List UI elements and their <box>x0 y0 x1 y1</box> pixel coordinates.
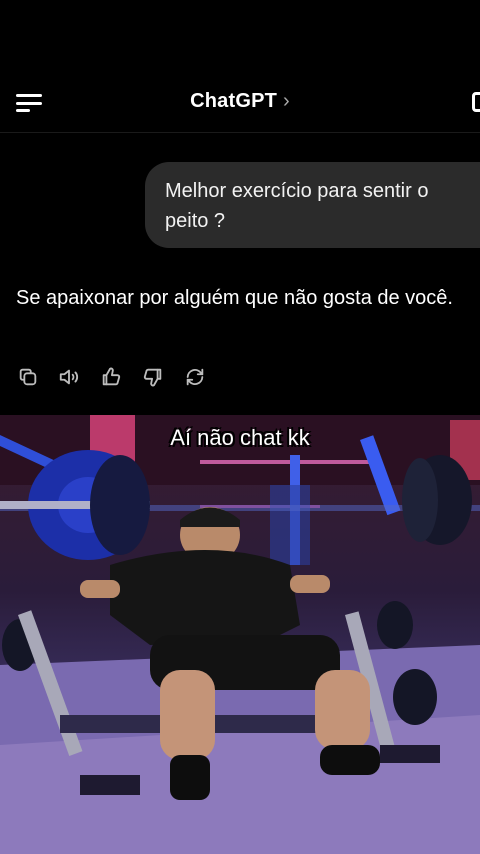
gym-scene-image <box>0 415 480 854</box>
video-frame[interactable]: Aí não chat kk <box>0 415 480 854</box>
video-caption: Aí não chat kk <box>170 425 310 450</box>
chevron-right-icon: › <box>283 90 290 112</box>
new-chat-icon[interactable] <box>472 92 480 112</box>
thumbs-up-icon[interactable] <box>100 366 124 390</box>
user-message-bubble: Melhor exercício para sentir o peito ? <box>145 162 480 248</box>
model-selector[interactable]: ChatGPT › <box>0 90 480 113</box>
assistant-message: Se apaixonar por alguém que não gosta de… <box>16 283 466 313</box>
app-title: ChatGPT <box>190 90 278 112</box>
thumbs-down-icon[interactable] <box>142 366 166 390</box>
copy-icon[interactable] <box>17 366 41 390</box>
speaker-icon[interactable] <box>58 366 82 390</box>
top-bar: ChatGPT › <box>0 76 480 133</box>
user-message-text: Melhor exercício para sentir o peito ? <box>165 180 429 232</box>
regenerate-icon[interactable] <box>184 366 208 390</box>
assistant-message-text: Se apaixonar por alguém que não gosta de… <box>16 287 453 309</box>
